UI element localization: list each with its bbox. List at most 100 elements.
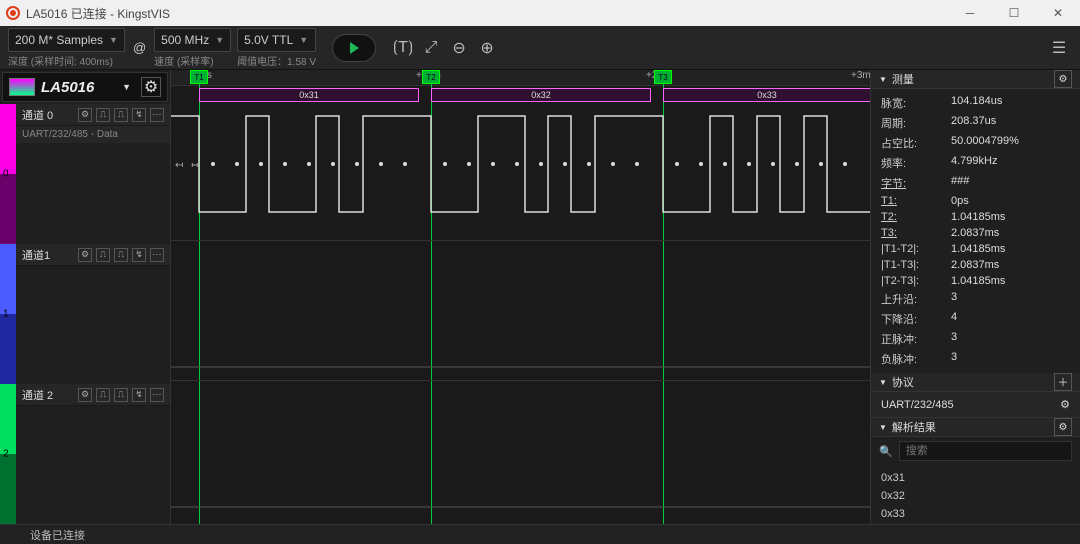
- right-sidebar: ▼ 测量 ⚙ 脉宽:104.184us周期:208.37us占空比:50.000…: [870, 70, 1080, 524]
- result-item[interactable]: 0x33: [881, 505, 1070, 523]
- chevron-down-icon: ▼: [299, 35, 308, 45]
- width-arrow-icon: ↤ ↦: [175, 160, 199, 171]
- meas-key: T1:: [881, 195, 951, 207]
- add-protocol-button[interactable]: ＋: [1054, 373, 1072, 391]
- channel-row-1: 1 通道1 ⚙ ⎍ ⎍ ↯ ⋯: [0, 244, 170, 384]
- maximize-button[interactable]: ☐: [992, 0, 1036, 26]
- marker-flag: T3: [654, 70, 672, 84]
- app-logo-icon: [6, 6, 20, 20]
- meas-value: ###: [951, 175, 969, 191]
- meas-value: 4.799kHz: [951, 155, 997, 171]
- meas-value: 3: [951, 351, 957, 367]
- marker-flag: T1: [190, 70, 208, 84]
- results-search-row: 🔍: [871, 437, 1080, 465]
- rate-select[interactable]: 500 MHz▼: [154, 28, 231, 52]
- channel-row-0: 0 通道 0 ⚙ ⎍ ⎍ ↯ ⋯ UART/232/485 - Data: [0, 104, 170, 244]
- meas-value: 104.184us: [951, 95, 1002, 111]
- meas-key: 频率:: [881, 155, 951, 171]
- chevron-down-icon[interactable]: ▼: [122, 82, 131, 92]
- chevron-down-icon: ▼: [109, 35, 118, 45]
- samples-select[interactable]: 200 M* Samples ▼: [8, 28, 125, 52]
- ch-trigger-edge-icon[interactable]: ↯: [132, 108, 146, 122]
- meas-key: T3:: [881, 227, 951, 239]
- zoom-in-icon[interactable]: ⊕: [474, 35, 500, 61]
- disclosure-triangle-icon: ▼: [879, 378, 887, 387]
- zoom-fit-icon[interactable]: ⤢: [418, 35, 444, 61]
- meas-key: T2:: [881, 211, 951, 223]
- cursor-tool-icon[interactable]: ⟮T⟯: [390, 35, 416, 61]
- measurement-header[interactable]: ▼ 测量 ⚙: [871, 70, 1080, 89]
- marker-flag: T2: [422, 70, 440, 84]
- ch-trigger-rise-icon[interactable]: ⎍: [96, 108, 110, 122]
- meas-value: 4: [951, 311, 957, 327]
- toolbar: 200 M* Samples▼ 深度 (采样时间: 400ms) @ 500 M…: [0, 26, 1080, 70]
- measurement-row: 脉宽:104.184us: [881, 93, 1070, 113]
- results-settings-button[interactable]: ⚙: [1054, 418, 1072, 436]
- waveform-area[interactable]: 0ms +1ms +2ms +3ms T1 T2 T3 0x31 0x32 0x…: [170, 70, 870, 524]
- protocol-header[interactable]: ▼ 协议 ＋: [871, 373, 1080, 392]
- ch-trigger-fall-icon[interactable]: ⎍: [114, 248, 128, 262]
- meas-value: 208.37us: [951, 115, 996, 131]
- device-settings-button[interactable]: ⚙: [141, 77, 161, 97]
- result-item[interactable]: 0x31: [881, 469, 1070, 487]
- results-search-input[interactable]: [899, 441, 1072, 461]
- channel-color-0[interactable]: 0: [0, 104, 16, 244]
- ch-trigger-edge-icon[interactable]: ↯: [132, 248, 146, 262]
- rate-sublabel: 速度 (采样率): [154, 53, 231, 68]
- titlebar: LA5016 已连接 - KingstVIS ─ ☐ ✕: [0, 0, 1080, 26]
- waveform-lane-1: [171, 242, 870, 372]
- meas-value: 1.04185ms: [951, 275, 1005, 287]
- waveform-lane-0: ↤ ↦: [171, 104, 870, 224]
- status-bar: 设备已连接: [0, 524, 1080, 544]
- measurement-row: 字节:###: [881, 173, 1070, 193]
- ch-settings-icon[interactable]: ⚙: [78, 388, 92, 402]
- ch-more-icon[interactable]: ⋯: [150, 248, 164, 262]
- ch-trigger-fall-icon[interactable]: ⎍: [114, 108, 128, 122]
- samples-sublabel: 深度 (采样时间: 400ms): [8, 53, 125, 68]
- ch-more-icon[interactable]: ⋯: [150, 388, 164, 402]
- menu-button[interactable]: ☰: [1046, 35, 1072, 61]
- results-header[interactable]: ▼ 解析结果 ⚙: [871, 418, 1080, 437]
- channel-sidebar: LA5016 ▼ ⚙ 0 通道 0 ⚙ ⎍ ⎍ ↯ ⋯ UART/232/485…: [0, 70, 170, 524]
- device-icon: [9, 78, 35, 96]
- close-button[interactable]: ✕: [1036, 0, 1080, 26]
- meas-value: 3: [951, 331, 957, 347]
- ttl-select[interactable]: 5.0V TTL▼: [237, 28, 316, 52]
- decoded-byte[interactable]: 0x33: [663, 88, 870, 102]
- meas-value: 50.0004799%: [951, 135, 1019, 151]
- channel-decoder[interactable]: UART/232/485 - Data: [16, 126, 170, 143]
- ch-settings-icon[interactable]: ⚙: [78, 248, 92, 262]
- decoded-byte[interactable]: 0x31: [199, 88, 419, 102]
- channel-color-1[interactable]: 1: [0, 244, 16, 384]
- measurement-row: 周期:208.37us: [881, 113, 1070, 133]
- measurement-row: T2:1.04185ms: [881, 209, 1070, 225]
- waveform-signal-0: [171, 104, 870, 224]
- measurement-row: 上升沿:3: [881, 289, 1070, 309]
- ch-more-icon[interactable]: ⋯: [150, 108, 164, 122]
- minimize-button[interactable]: ─: [948, 0, 992, 26]
- measurement-settings-button[interactable]: ⚙: [1054, 70, 1072, 88]
- ch-trigger-fall-icon[interactable]: ⎍: [114, 388, 128, 402]
- result-item[interactable]: 0x32: [881, 487, 1070, 505]
- waveform-lane-2: [171, 382, 870, 512]
- capture-button[interactable]: [332, 34, 376, 62]
- protocol-item[interactable]: UART/232/485 ⚙: [871, 392, 1080, 418]
- meas-key: 占空比:: [881, 135, 951, 151]
- meas-key: |T1-T2|:: [881, 243, 951, 255]
- zoom-out-icon[interactable]: ⊖: [446, 35, 472, 61]
- samples-value: 200 M* Samples: [15, 33, 103, 47]
- meas-value: 0ps: [951, 195, 969, 207]
- disclosure-triangle-icon: ▼: [879, 423, 887, 432]
- ch-trigger-rise-icon[interactable]: ⎍: [96, 388, 110, 402]
- rate-value: 500 MHz: [161, 33, 209, 47]
- decoded-byte[interactable]: 0x32: [431, 88, 651, 102]
- measurement-table: 脉宽:104.184us周期:208.37us占空比:50.0004799%频率…: [871, 89, 1080, 373]
- disclosure-triangle-icon: ▼: [879, 75, 887, 84]
- ch-settings-icon[interactable]: ⚙: [78, 108, 92, 122]
- meas-key: 脉宽:: [881, 95, 951, 111]
- channel-color-2[interactable]: 2: [0, 384, 16, 524]
- protocol-settings-button[interactable]: ⚙: [1060, 398, 1070, 411]
- ch-trigger-edge-icon[interactable]: ↯: [132, 388, 146, 402]
- meas-key: 下降沿:: [881, 311, 951, 327]
- ch-trigger-rise-icon[interactable]: ⎍: [96, 248, 110, 262]
